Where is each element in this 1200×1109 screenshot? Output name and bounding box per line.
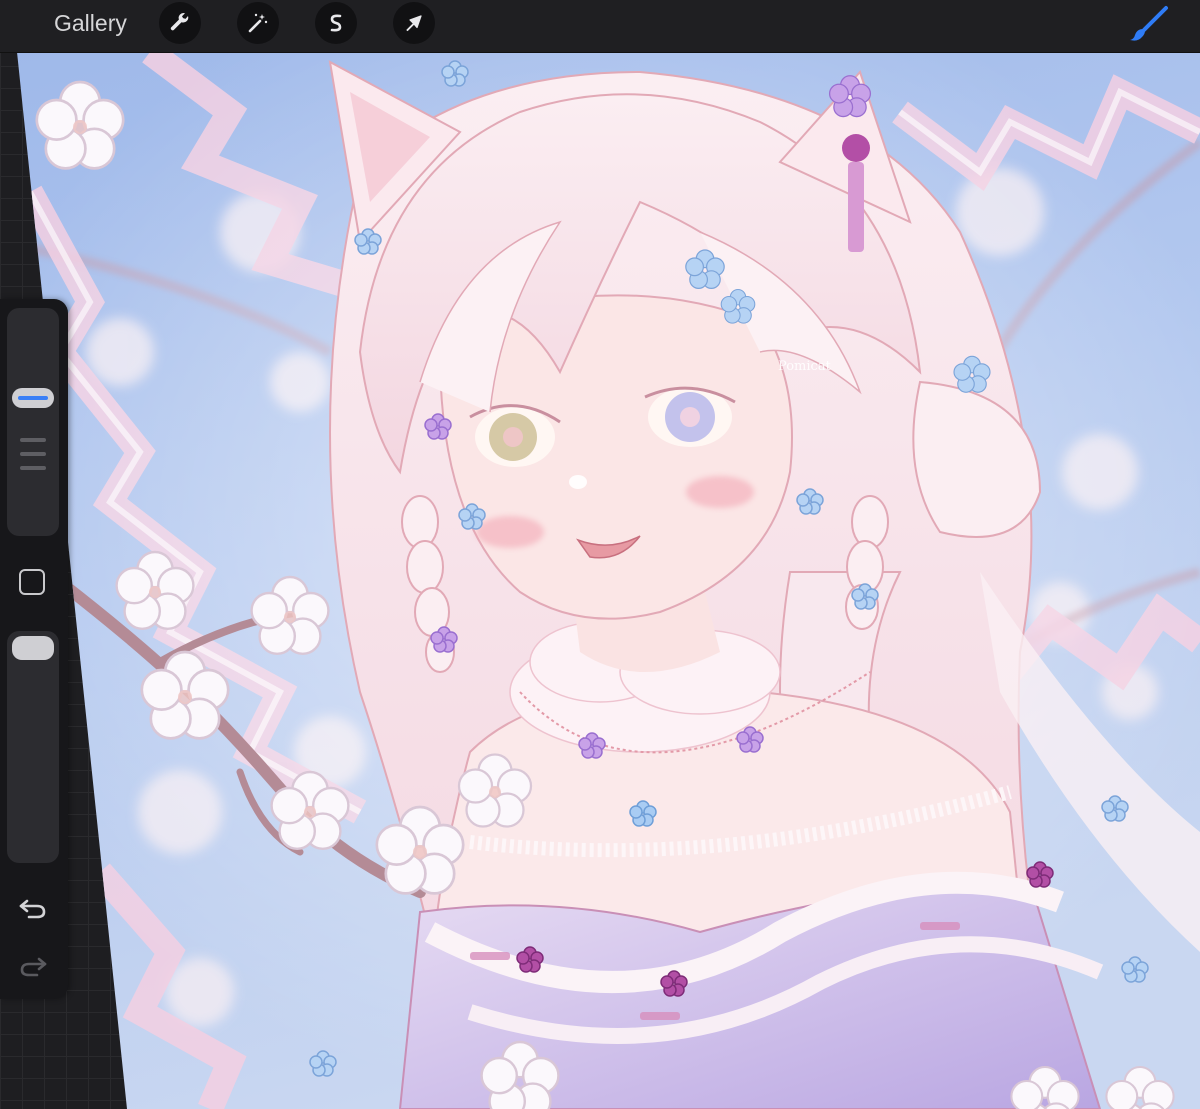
selection-s-icon xyxy=(330,14,342,32)
transform-button[interactable] xyxy=(393,2,435,44)
gallery-button[interactable]: Gallery xyxy=(54,9,127,37)
brush-size-thumb[interactable] xyxy=(12,388,54,408)
size-tick xyxy=(20,452,46,456)
opacity-thumb[interactable] xyxy=(12,636,54,660)
drawing-canvas[interactable]: Pomicat xyxy=(17,52,1200,1109)
undo-button[interactable] xyxy=(17,893,49,923)
sidebar xyxy=(0,299,68,999)
brush-size-indicator xyxy=(18,396,48,400)
redo-button[interactable] xyxy=(17,951,49,981)
top-toolbar: Gallery xyxy=(0,0,1200,53)
artwork-illustration: Pomicat xyxy=(17,52,1200,1109)
brush-tool-button[interactable] xyxy=(1126,4,1174,44)
procreate-app: Pomicat Gallery xyxy=(0,0,1200,1109)
arrow-cursor-icon xyxy=(406,15,422,32)
wrench-icon xyxy=(170,13,189,31)
actions-button[interactable] xyxy=(159,2,201,44)
modify-button[interactable] xyxy=(19,569,45,595)
artist-signature: Pomicat xyxy=(778,359,832,374)
undo-arrow-icon xyxy=(19,899,46,919)
selection-button[interactable] xyxy=(315,2,357,44)
adjustments-button[interactable] xyxy=(237,2,279,44)
brush-size-slider[interactable] xyxy=(7,308,59,536)
size-tick xyxy=(20,466,46,470)
opacity-slider[interactable] xyxy=(7,631,59,863)
redo-arrow-icon xyxy=(20,957,47,977)
size-tick xyxy=(20,438,46,442)
paintbrush-icon xyxy=(1130,6,1168,41)
magic-wand-icon xyxy=(248,13,268,33)
